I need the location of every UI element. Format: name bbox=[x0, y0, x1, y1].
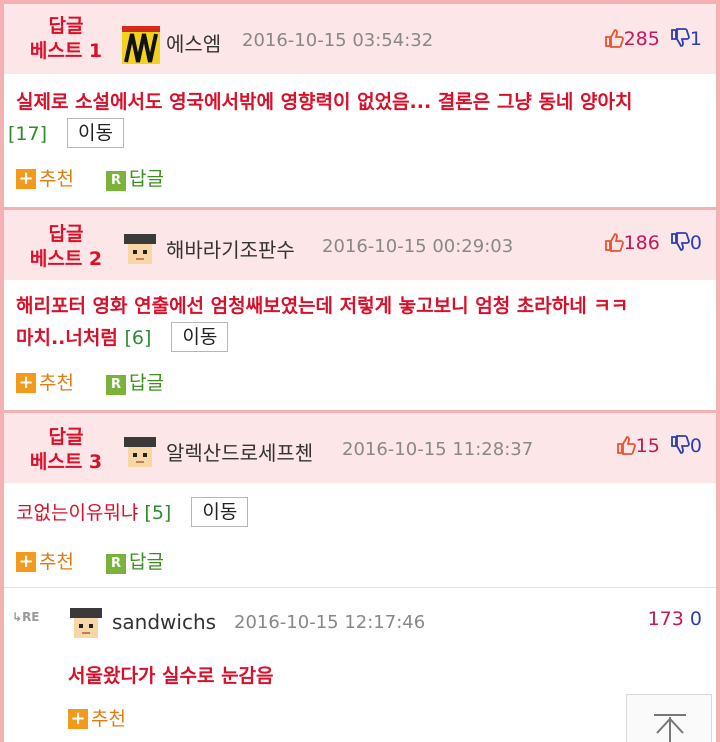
thumbs-down-icon[interactable] bbox=[670, 28, 690, 53]
reply-label: 답글 bbox=[129, 168, 164, 190]
best-badge-line2: 베스트 3 bbox=[29, 451, 103, 473]
thumbs-up-icon[interactable] bbox=[616, 435, 636, 460]
reply-label: 답글 bbox=[129, 372, 164, 394]
vote-counts: 285 1 bbox=[604, 28, 702, 53]
downvote-count: 0 bbox=[689, 608, 702, 630]
vote-counts: 173 0 bbox=[648, 608, 702, 630]
recommend-button[interactable]: + 추천 bbox=[16, 164, 74, 191]
avatar[interactable] bbox=[122, 433, 158, 469]
recommend-button[interactable]: + 추천 bbox=[68, 704, 126, 731]
reply-button[interactable]: R 답글 bbox=[106, 547, 164, 574]
best-badge-line1: 답글 bbox=[48, 15, 84, 37]
best-comment-header: 답글 베스트 2 해바라기조판수 2016-10-15 00:29:03 186 bbox=[4, 210, 716, 280]
scroll-to-top-button[interactable] bbox=[626, 694, 712, 742]
best-badge: 답글 베스트 2 bbox=[10, 222, 122, 272]
recommend-label: 추천 bbox=[91, 708, 126, 730]
reply-r-icon: R bbox=[106, 554, 126, 574]
best-badge: 답글 베스트 3 bbox=[10, 425, 122, 475]
downvote-count: 0 bbox=[689, 435, 702, 457]
author-nickname[interactable]: 해바라기조판수 bbox=[166, 234, 295, 263]
post-date: 2016-10-15 00:29:03 bbox=[322, 236, 514, 257]
comment-text: 코없는이유뭐냐 bbox=[16, 502, 139, 524]
comment-text: 서울왔다가 실수로 눈감음 bbox=[68, 665, 274, 687]
author-nickname[interactable]: 에스엠 bbox=[166, 28, 221, 57]
reply-button[interactable]: R 답글 bbox=[106, 164, 164, 191]
comment-body: 실제로 소설에서도 영국에서밖에 영향력이 없었음... 결론은 그냥 동네 양… bbox=[8, 86, 706, 150]
reply-label: 답글 bbox=[129, 551, 164, 573]
arrow-up-to-top-icon bbox=[654, 714, 686, 742]
thumbs-up-icon[interactable] bbox=[604, 28, 624, 53]
comment-text: 실제로 소설에서도 영국에서밖에 영향력이 없었음... 결론은 그냥 동네 양… bbox=[16, 91, 633, 113]
best-badge-line2: 베스트 2 bbox=[29, 248, 103, 270]
best-badge-line2: 베스트 1 bbox=[29, 40, 103, 62]
reply-count: [6] bbox=[124, 327, 152, 349]
post-date: 2016-10-15 11:28:37 bbox=[342, 439, 534, 460]
thumbs-down-icon[interactable] bbox=[670, 232, 690, 257]
best-comment-2: 답글 베스트 2 해바라기조판수 2016-10-15 00:29:03 186 bbox=[4, 210, 716, 413]
reply-r-icon: R bbox=[106, 171, 126, 191]
best-badge-line1: 답글 bbox=[48, 426, 84, 448]
best-badge: 답글 베스트 1 bbox=[10, 14, 122, 64]
reply-count: [17] bbox=[8, 123, 48, 145]
best-comment-1: 답글 베스트 1 에스엠 2016-10-15 03:54:32 285 1 실… bbox=[4, 4, 716, 210]
recommend-label: 추천 bbox=[39, 372, 74, 394]
recommend-label: 추천 bbox=[39, 168, 74, 190]
author-nickname[interactable]: sandwichs bbox=[112, 610, 216, 634]
vote-counts: 15 0 bbox=[616, 435, 702, 460]
best-comment-3: 답글 베스트 3 알렉산드로세프첸 2016-10-15 11:28:37 15 bbox=[4, 413, 716, 588]
comment-text-line2: 마치..너처럼 bbox=[16, 327, 118, 349]
upvote-count: 186 bbox=[623, 232, 660, 254]
thumbs-down-icon[interactable] bbox=[670, 435, 690, 460]
avatar[interactable] bbox=[68, 604, 104, 640]
comment-footer-line: [17] 이동 bbox=[8, 118, 706, 150]
move-button[interactable]: 이동 bbox=[191, 497, 249, 527]
best-comment-header: 답글 베스트 3 알렉산드로세프첸 2016-10-15 11:28:37 15 bbox=[4, 413, 716, 483]
plus-icon: + bbox=[68, 709, 88, 729]
avatar[interactable] bbox=[122, 230, 158, 266]
reply-button[interactable]: R 답글 bbox=[106, 368, 164, 395]
comment-footer-line: 마치..너처럼 [6] 이동 bbox=[16, 322, 706, 354]
recommend-label: 추천 bbox=[39, 551, 74, 573]
author-nickname[interactable]: 알렉산드로세프첸 bbox=[166, 437, 313, 466]
plus-icon: + bbox=[16, 552, 36, 572]
recommend-button[interactable]: + 추천 bbox=[16, 547, 74, 574]
comment-text-line1: 해리포터 영화 연출에선 엄청쌔보였는데 저렇게 놓고보니 엄청 초라하네 ㅋㅋ bbox=[16, 295, 629, 317]
comment-body: 해리포터 영화 연출에선 엄청쌔보였는데 저렇게 놓고보니 엄청 초라하네 ㅋㅋ… bbox=[16, 290, 706, 354]
best-badge-line1: 답글 bbox=[48, 223, 84, 245]
plus-icon: + bbox=[16, 373, 36, 393]
upvote-count: 285 bbox=[623, 28, 660, 50]
upvote-count: 15 bbox=[635, 435, 660, 457]
post-date: 2016-10-15 12:17:46 bbox=[234, 612, 426, 633]
plus-icon: + bbox=[16, 169, 36, 189]
reply-re-mark: ↳RE bbox=[12, 610, 40, 624]
avatar[interactable] bbox=[122, 26, 160, 64]
best-comments-panel: 답글 베스트 1 에스엠 2016-10-15 03:54:32 285 1 실… bbox=[0, 0, 720, 742]
thumbs-up-icon[interactable] bbox=[604, 232, 624, 257]
upvote-count: 173 bbox=[647, 608, 684, 630]
post-date: 2016-10-15 03:54:32 bbox=[242, 30, 434, 51]
move-button[interactable]: 이동 bbox=[67, 118, 124, 148]
vote-counts: 186 0 bbox=[604, 232, 702, 257]
recommend-button[interactable]: + 추천 bbox=[16, 368, 74, 395]
reply-re-label: RE bbox=[22, 610, 40, 624]
best-comment-header: 답글 베스트 1 에스엠 2016-10-15 03:54:32 285 1 bbox=[4, 4, 716, 74]
move-button[interactable]: 이동 bbox=[171, 322, 229, 352]
downvote-count: 0 bbox=[689, 232, 702, 254]
reply-r-icon: R bbox=[106, 375, 126, 395]
downvote-count: 1 bbox=[689, 28, 702, 50]
comment-body: 코없는이유뭐냐 [5] 이동 bbox=[16, 497, 706, 529]
reply-count: [5] bbox=[144, 502, 172, 524]
